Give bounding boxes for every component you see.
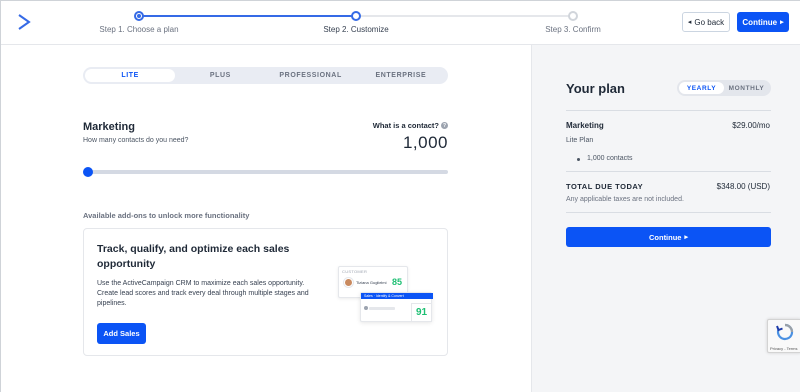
continue-button-header[interactable]: Continue ▸ (737, 12, 789, 32)
addon-description: Use the ActiveCampaign CRM to maximize e… (97, 280, 309, 307)
step-3-label: Step 3. Confirm (545, 25, 601, 34)
tab-lite[interactable]: LITE (85, 69, 176, 82)
contacts-slider-handle[interactable] (83, 167, 93, 177)
line-item-plan: Lite Plan (566, 137, 594, 144)
step-connector-done (139, 15, 356, 17)
continue-label: Continue (742, 17, 778, 27)
add-sales-button[interactable]: Add Sales (97, 323, 146, 344)
chevron-right-icon: ▸ (684, 234, 688, 241)
addons-heading: Available add-ons to unlock more functio… (83, 211, 250, 220)
go-back-button[interactable]: ◂ Go back (682, 12, 730, 32)
divider (566, 171, 771, 172)
line-item-name: Marketing (566, 121, 604, 130)
total-label: TOTAL DUE TODAY (566, 182, 644, 191)
step-2-dot (351, 11, 361, 21)
go-back-label: Go back (694, 17, 725, 27)
continue-button-summary[interactable]: Continue ▸ (566, 227, 771, 247)
progress-stepper: Step 1. Choose a plan Step 2. Customize … (99, 9, 601, 39)
recaptcha-badge[interactable]: Privacy - Terms (767, 319, 800, 353)
person-icon (364, 306, 368, 310)
contacts-question: How many contacts do you need? (83, 137, 189, 144)
avatar (344, 278, 353, 287)
deal-stage-bar: Sales · Identify & Convert (361, 293, 433, 299)
top-header: Step 1. Choose a plan Step 2. Customize … (1, 1, 800, 45)
divider (566, 212, 771, 213)
tab-enterprise[interactable]: ENTERPRISE (356, 69, 446, 82)
help-icon[interactable]: ? (441, 122, 448, 129)
marketing-title: Marketing (83, 121, 135, 133)
line-item-price: $29.00/mo (732, 121, 770, 130)
billing-yearly[interactable]: YEARLY (679, 82, 724, 94)
contacts-count: 1,000 (402, 133, 448, 152)
what-is-contact-label: What is a contact? (372, 121, 439, 130)
tax-note: Any applicable taxes are not included. (566, 196, 684, 203)
chevron-left-icon: ◂ (687, 19, 692, 26)
total-value: $348.00 (USD) (716, 182, 770, 191)
tab-plus[interactable]: PLUS (175, 69, 265, 82)
deal-row-placeholder (369, 307, 395, 310)
step-1-label: Step 1. Choose a plan (99, 25, 179, 34)
activecampaign-logo-icon[interactable] (17, 13, 31, 31)
billing-monthly[interactable]: MONTHLY (724, 82, 769, 94)
plan-summary-panel: Your plan YEARLY MONTHLY Marketing $29.0… (531, 45, 800, 392)
sales-addon-card: Track, qualify, and optimize each sales … (83, 228, 448, 356)
chevron-right-icon: ▸ (780, 19, 784, 26)
deal-stage-text: Sales · Identify & Convert (364, 294, 404, 298)
contacts-slider-track[interactable] (87, 170, 448, 174)
addon-title: Track, qualify, and optimize each sales … (97, 243, 290, 270)
plan-tabs: LITE PLUS PROFESSIONAL ENTERPRISE (83, 67, 448, 84)
step-2-label: Step 2. Customize (323, 25, 389, 34)
page-frame: Step 1. Choose a plan Step 2. Customize … (0, 0, 800, 392)
billing-period-toggle: YEARLY MONTHLY (677, 80, 771, 96)
lead-score-b: 91 (411, 303, 432, 322)
your-plan-title: Your plan (566, 81, 625, 96)
customize-main: LITE PLUS PROFESSIONAL ENTERPRISE Market… (1, 45, 531, 392)
illustration-header: CUSTOMER (342, 269, 368, 274)
step-connector-todo (356, 15, 573, 17)
tab-professional[interactable]: PROFESSIONAL (266, 69, 356, 82)
lead-score-a: 85 (392, 277, 403, 287)
step-3-dot (568, 11, 578, 21)
deal-card: Sales · Identify & Convert 91 (360, 292, 433, 322)
recaptcha-terms[interactable]: Privacy - Terms (770, 346, 797, 351)
what-is-contact-link[interactable]: What is a contact? ? (373, 121, 448, 130)
recaptcha-icon (776, 323, 794, 341)
crm-illustration: CUSTOMER Tiziana Guglielmi 85 Sales · Id… (338, 266, 438, 326)
illustration-contact-name: Tiziana Guglielmi (356, 280, 387, 285)
step-1-dot (134, 11, 144, 21)
line-item-detail: 1,000 contacts (577, 155, 633, 162)
continue-label: Continue (648, 232, 682, 242)
divider (566, 110, 771, 111)
